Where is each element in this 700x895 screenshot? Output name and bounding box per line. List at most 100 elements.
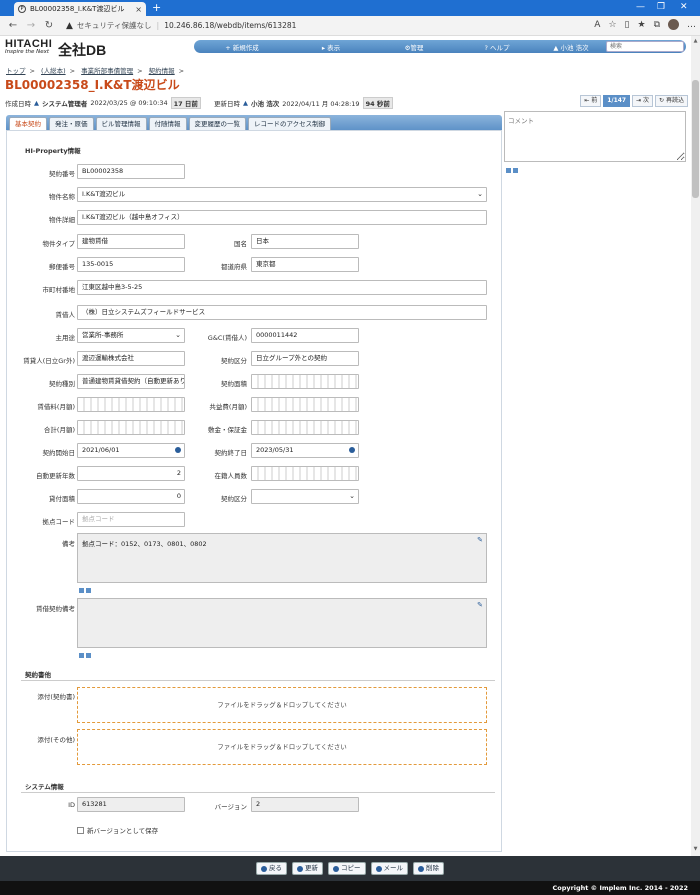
- attach-contract-dropzone[interactable]: ファイルをドラッグ＆ドロップしてください: [77, 687, 487, 723]
- edit-icon[interactable]: ✎: [477, 536, 483, 544]
- contract-class-select[interactable]: ⌄: [251, 489, 359, 504]
- site-code-field[interactable]: 拠点コード: [77, 512, 185, 527]
- prefecture-field[interactable]: 東京都: [251, 257, 359, 272]
- tab-additional-info[interactable]: 付随情報: [148, 117, 187, 130]
- delete-button[interactable]: 削除: [413, 862, 444, 875]
- contract-type-field[interactable]: 日立グループ外との契約: [251, 351, 359, 366]
- lessor-field[interactable]: 渡辺運輸株式会社: [77, 351, 185, 366]
- url-text[interactable]: 10.246.86.18/webdb/items/613281: [164, 21, 296, 30]
- contract-area-field[interactable]: [251, 374, 359, 389]
- attach-other-dropzone[interactable]: ファイルをドラッグ＆ドロップしてください: [77, 729, 487, 765]
- warning-icon[interactable]: ▲: [66, 21, 73, 31]
- gc-lessee-field[interactable]: 0000011442: [251, 328, 359, 343]
- tab-basic-contract[interactable]: 基本契約: [9, 117, 47, 130]
- lease-remarks-field[interactable]: ✎: [77, 598, 487, 648]
- total-monthly-field[interactable]: [77, 420, 185, 435]
- lessee-field[interactable]: （株）日立システムズフィールドサービス: [77, 305, 487, 320]
- split-screen-icon[interactable]: ▯: [625, 20, 630, 30]
- attach-icon[interactable]: [513, 168, 518, 173]
- renew-years-field[interactable]: 2: [77, 466, 185, 481]
- close-window-icon[interactable]: ✕: [680, 2, 688, 12]
- favorite-icon[interactable]: ☆: [608, 20, 616, 30]
- property-type-field[interactable]: 建物賃借: [77, 234, 185, 249]
- image-icon[interactable]: [506, 168, 511, 173]
- scroll-thumb[interactable]: [692, 80, 699, 198]
- section-documents: 契約書他: [25, 671, 51, 679]
- page-scrollbar[interactable]: ▲ ▼: [691, 36, 700, 856]
- edit-icon[interactable]: ✎: [477, 601, 483, 609]
- update-button[interactable]: 更新: [292, 862, 323, 875]
- back-icon[interactable]: ←: [4, 20, 22, 31]
- tab-building-management[interactable]: ビル管理情報: [95, 117, 147, 130]
- menu-help[interactable]: ? ヘルプ: [456, 42, 538, 52]
- scroll-up-icon[interactable]: ▲: [692, 38, 699, 44]
- browser-tab[interactable]: P BL00002358_I.K&T渡辺ビル ×: [14, 2, 146, 16]
- insecure-label[interactable]: セキュリティ保護なし: [77, 20, 152, 31]
- maximize-icon[interactable]: ❐: [657, 2, 665, 12]
- common-fee-field[interactable]: [251, 397, 359, 412]
- deposit-field[interactable]: [251, 420, 359, 435]
- action-footer: 戻る 更新 コピー メール 削除: [0, 856, 700, 881]
- updated-user[interactable]: 小池 浩次: [251, 98, 279, 108]
- image-icon[interactable]: [79, 653, 84, 658]
- menu-new[interactable]: + 新規作成: [194, 42, 290, 52]
- sublet-area-field[interactable]: 0: [77, 489, 185, 504]
- read-aloud-icon[interactable]: A: [594, 20, 600, 30]
- prev-button[interactable]: ⇤ 前: [580, 95, 602, 107]
- contract-no-field[interactable]: BL00002358: [77, 164, 185, 179]
- property-name-select[interactable]: I.K&T渡辺ビル ⌄: [77, 187, 487, 202]
- attach-icon[interactable]: [86, 653, 91, 658]
- save-new-version-checkbox[interactable]: 新バージョンとして保存: [77, 825, 158, 835]
- created-user[interactable]: システム管理者: [42, 98, 87, 108]
- rent-monthly-label: 賃借料(月額): [37, 403, 75, 411]
- property-detail-field[interactable]: I.K&T渡辺ビル（越中島オフィス）: [77, 210, 487, 225]
- collections-icon[interactable]: ⧉: [654, 20, 660, 30]
- breadcrumb-dept[interactable]: (人総本): [41, 67, 66, 75]
- hitachi-logo[interactable]: HITACHI Inspire the Next: [5, 39, 52, 56]
- search-input[interactable]: [606, 41, 684, 52]
- version-label: バージョン: [214, 803, 247, 811]
- scroll-down-icon[interactable]: ▼: [692, 846, 699, 852]
- rent-monthly-field[interactable]: [77, 397, 185, 412]
- main-use-select[interactable]: 営業所-事務所 ⌄: [77, 328, 185, 343]
- start-date-field[interactable]: 2021/06/01: [77, 443, 185, 458]
- attach-other-label: 添付(その他): [37, 736, 75, 744]
- calendar-icon[interactable]: [175, 447, 181, 453]
- attach-icon[interactable]: [86, 588, 91, 593]
- next-button[interactable]: ⇥ 次: [632, 95, 654, 107]
- staff-count-field[interactable]: [251, 466, 359, 481]
- city-field[interactable]: 江東区越中島3-5-25: [77, 280, 487, 295]
- minimize-icon[interactable]: —: [636, 2, 645, 12]
- tab-history[interactable]: 変更履歴の一覧: [188, 117, 246, 130]
- postal-label: 郵便番号: [49, 263, 75, 271]
- breadcrumb-contract[interactable]: 契約情報: [149, 67, 175, 75]
- back-button[interactable]: 戻る: [256, 862, 287, 875]
- close-tab-icon[interactable]: ×: [135, 5, 142, 14]
- app-name[interactable]: 全社DB: [58, 40, 106, 60]
- reload-button[interactable]: ↻ 再読込: [655, 95, 688, 107]
- new-tab-icon[interactable]: +: [152, 1, 161, 14]
- refresh-icon[interactable]: ↻: [40, 20, 58, 31]
- menu-manage[interactable]: ⚙管理: [372, 42, 456, 52]
- checkbox-box[interactable]: [77, 826, 84, 834]
- end-date-field[interactable]: 2023/05/31: [251, 443, 359, 458]
- forward-icon[interactable]: →: [22, 20, 40, 31]
- postal-field[interactable]: 135-0015: [77, 257, 185, 272]
- more-icon[interactable]: …: [687, 20, 696, 30]
- breadcrumb-office[interactable]: 事業所部事債管理: [81, 67, 133, 75]
- contract-kind-field[interactable]: 普通建物賃貸借契約（自動更新あり）: [77, 374, 185, 389]
- profile-avatar[interactable]: [668, 19, 679, 30]
- remarks-field[interactable]: 拠点コード：0152、0173、0801、0802 ✎: [77, 533, 487, 583]
- menu-user[interactable]: ▲ 小池 浩次: [538, 42, 604, 52]
- country-field[interactable]: 日本: [251, 234, 359, 249]
- tab-order-cost[interactable]: 発注・原価: [49, 117, 94, 130]
- calendar-icon[interactable]: [349, 447, 355, 453]
- mail-button[interactable]: メール: [370, 862, 408, 875]
- breadcrumb-top[interactable]: トップ: [6, 67, 26, 75]
- comment-input[interactable]: [504, 111, 686, 162]
- copy-button[interactable]: コピー: [328, 862, 366, 875]
- menu-view[interactable]: ▸ 表示: [290, 42, 372, 52]
- favorites-icon[interactable]: ★: [637, 20, 645, 30]
- image-icon[interactable]: [79, 588, 84, 593]
- tab-access-control[interactable]: レコードのアクセス制御: [248, 117, 332, 130]
